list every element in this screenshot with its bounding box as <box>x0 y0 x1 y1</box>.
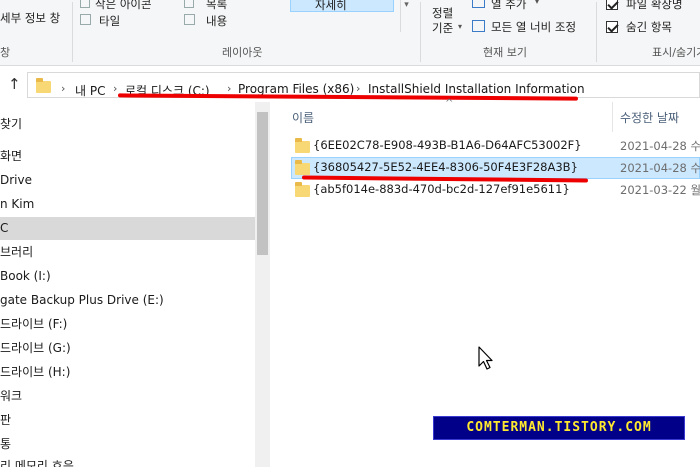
add-column-button[interactable]: 열 추가 <box>491 0 526 12</box>
nav-item-label: 워크 <box>0 389 23 403</box>
file-extensions-label: 파일 확장명 <box>626 0 683 11</box>
sort-by-button[interactable]: 정렬 기준 <box>432 6 453 36</box>
details-view-label: 자세히 <box>315 0 347 12</box>
fit-columns-button[interactable]: 모든 열 너비 조정 <box>491 19 576 35</box>
fit-columns-icon <box>472 20 485 32</box>
nav-item-recycle[interactable]: 통 <box>0 433 255 456</box>
hidden-items-checkbox[interactable] <box>606 21 618 33</box>
nav-item-label: Drive <box>0 173 32 187</box>
nav-item-removable[interactable]: 리 메모리 흐음 <box>0 457 255 467</box>
ribbon-divider <box>72 2 73 62</box>
folder-icon <box>295 182 310 197</box>
column-separator[interactable] <box>612 102 613 132</box>
folder-icon <box>295 138 310 153</box>
nav-item-control[interactable]: 판 <box>0 409 255 432</box>
add-column-icon <box>472 0 485 8</box>
breadcrumb-this-pc[interactable]: 내 PC <box>75 82 105 99</box>
chevron-right-icon[interactable]: › <box>61 82 65 95</box>
nav-scrollbar[interactable] <box>255 102 270 467</box>
file-date: 2021-04-28 수 <box>620 139 700 153</box>
current-view-group-label: 현재 보기 <box>483 46 527 59</box>
ribbon: 세부 정보 창 창 작은 아이콘 목록 자세히 타일 내용 ▾ 레이아웃 정렬 … <box>0 0 700 66</box>
content-view-button[interactable]: 내용 <box>206 13 227 29</box>
mouse-cursor-icon <box>478 346 493 370</box>
nav-item-label: C <box>0 221 9 235</box>
nav-item-label: 찾기 <box>0 117 23 131</box>
chevron-right-icon[interactable]: › <box>113 82 117 95</box>
list-item[interactable]: {6EE02C78-E908-493B-B1A6-D64AFC53002F} 2… <box>291 135 700 157</box>
nav-item-label: gate Backup Plus Drive (E:) <box>0 293 164 307</box>
add-column-dropdown-icon: ▾ <box>535 0 540 6</box>
nav-item-this-pc[interactable]: C <box>0 217 255 240</box>
nav-item-label: Book (I:) <box>0 269 51 283</box>
watermark: COMTERMAN.TISTORY.COM <box>433 416 685 440</box>
small-icons-icon <box>80 0 90 8</box>
nav-scrollbar-thumb[interactable] <box>257 112 268 255</box>
nav-item-libraries[interactable]: 브러리 <box>0 241 255 264</box>
nav-item-onedrive[interactable]: Drive <box>0 169 255 192</box>
layout-group-label: 레이아웃 <box>222 46 263 59</box>
nav-item-drive-e[interactable]: gate Backup Plus Drive (E:) <box>0 289 255 312</box>
nav-item-label: 화면 <box>0 149 23 163</box>
file-date: 2021-03-22 월 <box>620 183 700 197</box>
address-bar-row: ↑ › 내 PC › 로컬 디스크 (C:) › Program Files (… <box>0 66 700 102</box>
nav-item-desktop[interactable]: 화면 <box>0 145 255 168</box>
ribbon-divider <box>420 2 421 62</box>
nav-item-drive-h[interactable]: 드라이브 (H:) <box>0 361 255 384</box>
nav-item-label: 통 <box>0 437 12 451</box>
nav-item-label: 판 <box>0 413 12 427</box>
list-button[interactable]: 목록 <box>206 0 227 12</box>
column-header-name[interactable]: 이름 <box>292 109 314 126</box>
file-list: ^ 이름 수정한 날짜 {6EE02C78-E908-493B-B1A6-D64… <box>276 98 700 467</box>
nav-item-drive-i[interactable]: Book (I:) <box>0 265 255 288</box>
nav-item-label: 드라이브 (F:) <box>0 317 68 331</box>
chevron-right-icon[interactable]: › <box>356 82 360 95</box>
details-pane-button[interactable]: 세부 정보 창 <box>0 10 60 26</box>
hidden-items-label: 숨긴 항목 <box>626 20 672 34</box>
nav-item-label: 드라이브 (H:) <box>0 365 71 379</box>
chevron-right-icon[interactable]: › <box>227 82 231 95</box>
nav-item-label: 리 메모리 흐음 <box>0 459 74 467</box>
tiles-button[interactable]: 타일 <box>99 13 120 29</box>
file-name: {6EE02C78-E908-493B-B1A6-D64AFC53002F} <box>313 138 582 152</box>
nav-item-label: 브러리 <box>0 245 34 259</box>
list-item[interactable]: {ab5f014e-883d-470d-bc2d-127ef91e5611} 2… <box>291 179 700 201</box>
small-icons-button[interactable]: 작은 아이콘 <box>95 0 152 12</box>
navigation-pane: 찾기 화면 Drive n Kim C 브러리 Book (I:) gate B… <box>0 102 270 467</box>
ribbon-pane-group-label: 창 <box>0 46 11 59</box>
layout-gallery-scroll[interactable]: ▾ <box>400 0 412 32</box>
sort-ascending-icon: ^ <box>445 98 454 109</box>
nav-item-user[interactable]: n Kim <box>0 193 255 216</box>
folder-icon <box>36 78 51 93</box>
details-view-button[interactable]: 자세히 <box>290 0 394 12</box>
up-arrow-icon[interactable]: ↑ <box>8 75 21 93</box>
file-date: 2021-04-28 수 <box>620 161 700 175</box>
nav-item-label: n Kim <box>0 197 35 211</box>
nav-item-label: 드라이브 (G:) <box>0 341 71 355</box>
list-icon <box>184 0 194 8</box>
file-name: {36805427-5E52-4EE4-8306-50F4E3F28A3B} <box>313 160 578 174</box>
content-view-icon <box>184 14 195 25</box>
tiles-icon <box>80 14 91 25</box>
column-header-date-modified[interactable]: 수정한 날짜 <box>620 109 679 126</box>
sort-dropdown-icon: ▾ <box>458 22 463 31</box>
file-extensions-checkbox[interactable] <box>606 0 618 10</box>
nav-item-quick-access[interactable]: 찾기 <box>0 113 255 136</box>
nav-item-network[interactable]: 워크 <box>0 385 255 408</box>
nav-item-drive-f[interactable]: 드라이브 (F:) <box>0 313 255 336</box>
nav-item-drive-g[interactable]: 드라이브 (G:) <box>0 337 255 360</box>
show-hide-group-label: 표시/숨기기 <box>652 46 700 59</box>
ribbon-divider <box>596 2 597 62</box>
file-name: {ab5f014e-883d-470d-bc2d-127ef91e5611} <box>313 182 570 196</box>
breadcrumb-installshield[interactable]: InstallShield Installation Information <box>368 82 585 96</box>
folder-icon <box>295 160 310 175</box>
